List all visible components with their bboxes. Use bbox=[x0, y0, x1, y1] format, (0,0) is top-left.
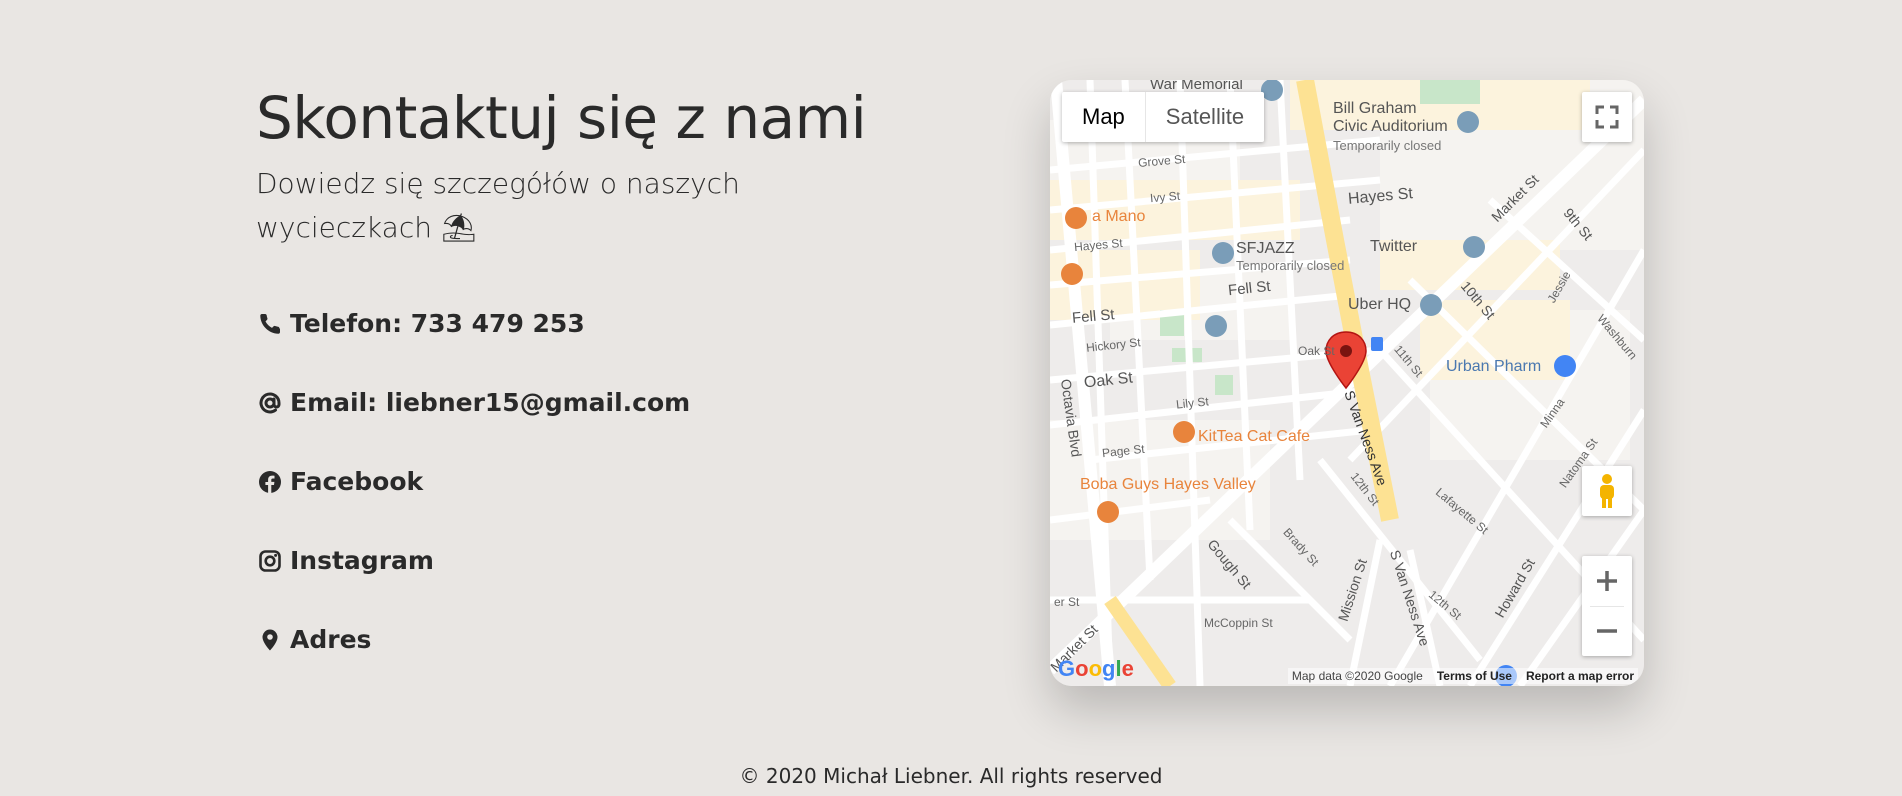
phone-label: Telefon: 733 479 253 bbox=[290, 309, 585, 338]
plus-icon bbox=[1597, 571, 1617, 591]
facebook-link[interactable]: Facebook bbox=[256, 442, 896, 521]
report-error-link[interactable]: Report a map error bbox=[1526, 669, 1634, 683]
google-map[interactable]: War Memorial Bill Graham Civic Auditoriu… bbox=[1050, 80, 1644, 686]
facebook-icon bbox=[256, 468, 284, 496]
zoom-in-button[interactable] bbox=[1582, 556, 1632, 606]
zoom-control bbox=[1582, 556, 1632, 656]
tab-satellite[interactable]: Satellite bbox=[1146, 92, 1264, 142]
phone-item[interactable]: Telefon: 733 479 253 bbox=[256, 284, 896, 363]
map-attribution: Map data ©2020 Google Terms of Use Repor… bbox=[1287, 668, 1638, 684]
facebook-label: Facebook bbox=[290, 467, 424, 496]
fullscreen-icon bbox=[1595, 105, 1619, 129]
pegman-icon bbox=[1600, 474, 1614, 508]
address-item[interactable]: Adres bbox=[256, 600, 896, 679]
instagram-icon bbox=[256, 547, 284, 575]
at-icon bbox=[256, 389, 284, 417]
tab-map[interactable]: Map bbox=[1062, 92, 1146, 142]
minus-icon bbox=[1597, 629, 1617, 633]
map-data-text: Map data ©2020 Google bbox=[1291, 669, 1423, 683]
page-title: Skontaktuj się z nami bbox=[256, 84, 867, 152]
phone-icon bbox=[256, 310, 284, 338]
zoom-out-button[interactable] bbox=[1582, 606, 1632, 656]
email-label: Email: liebner15@gmail.com bbox=[290, 388, 691, 417]
street-view-pegman[interactable] bbox=[1582, 466, 1632, 516]
map-pin-icon bbox=[256, 626, 284, 654]
map-type-control: Map Satellite bbox=[1062, 92, 1265, 142]
fullscreen-button[interactable] bbox=[1582, 92, 1632, 142]
instagram-link[interactable]: Instagram bbox=[256, 521, 896, 600]
footer-copyright: © 2020 Michał Liebner. All rights reserv… bbox=[739, 764, 1163, 788]
page-subtitle: Dowiedz się szczegółów o naszych wyciecz… bbox=[256, 167, 740, 244]
contact-list: Telefon: 733 479 253 Email: liebner15@gm… bbox=[256, 284, 896, 679]
address-label: Adres bbox=[290, 625, 372, 654]
map-tiles[interactable] bbox=[1050, 80, 1644, 686]
google-logo: Google bbox=[1058, 656, 1134, 681]
instagram-label: Instagram bbox=[290, 546, 434, 575]
email-item[interactable]: Email: liebner15@gmail.com bbox=[256, 363, 896, 442]
contact-section: Skontaktuj się z nami Dowiedz się szczeg… bbox=[256, 80, 896, 679]
terms-link[interactable]: Terms of Use bbox=[1437, 669, 1512, 683]
